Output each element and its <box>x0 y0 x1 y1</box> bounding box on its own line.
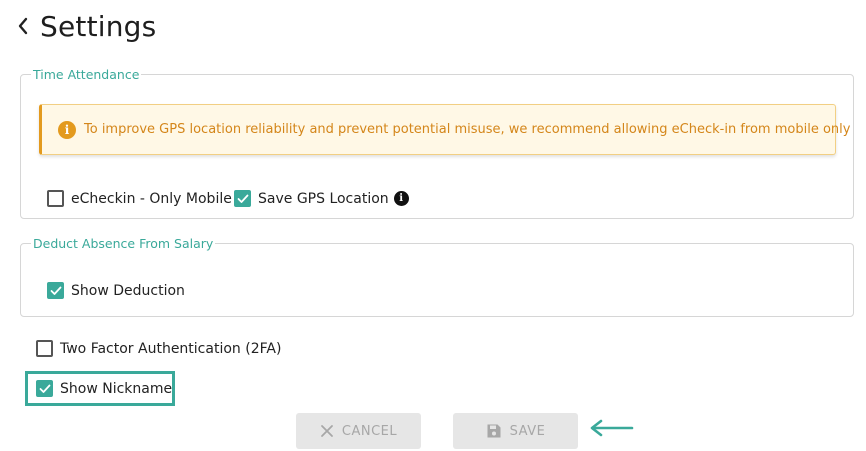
gps-warning-alert: i To improve GPS location reliability an… <box>39 104 850 155</box>
echeckin-only-mobile-label[interactable]: eCheckin - Only Mobile <box>71 191 232 207</box>
info-icon[interactable]: i <box>393 191 409 206</box>
arrow-left-icon <box>590 419 634 437</box>
floppy-disk-icon <box>487 424 501 438</box>
two-factor-auth-label[interactable]: Two Factor Authentication (2FA) <box>60 341 281 357</box>
info-circle-icon: i <box>58 120 76 139</box>
check-icon <box>50 286 61 295</box>
echeckin-only-mobile-option[interactable]: eCheckin - Only Mobile <box>47 190 232 207</box>
chevron-left-icon <box>18 17 28 35</box>
save-button[interactable]: SAVE <box>453 413 578 449</box>
alert-text: To improve GPS location reliability and … <box>84 122 851 137</box>
show-nickname-checkbox[interactable] <box>36 380 53 397</box>
show-nickname-option[interactable]: Show Nickname <box>36 380 172 397</box>
show-deduction-label[interactable]: Show Deduction <box>71 283 185 299</box>
save-label: SAVE <box>509 423 546 439</box>
save-gps-location-option[interactable]: Save GPS Location i <box>234 190 409 207</box>
show-nickname-label[interactable]: Show Nickname <box>60 381 172 397</box>
close-icon <box>320 425 333 437</box>
check-icon <box>237 194 248 203</box>
save-gps-location-checkbox[interactable] <box>234 190 251 207</box>
page-header: Settings <box>14 4 156 48</box>
two-factor-auth-checkbox[interactable] <box>36 340 53 357</box>
page-title: Settings <box>40 9 157 43</box>
time-attendance-legend: Time Attendance <box>33 67 140 82</box>
cancel-label: CANCEL <box>341 423 398 439</box>
echeckin-only-mobile-checkbox[interactable] <box>47 190 64 207</box>
save-gps-location-label[interactable]: Save GPS Location <box>258 191 389 207</box>
deduct-absence-section: Deduct Absence From Salary Show Deductio… <box>20 236 854 317</box>
show-deduction-option[interactable]: Show Deduction <box>47 282 185 299</box>
time-attendance-section: Time Attendance i To improve GPS locatio… <box>20 67 854 219</box>
show-deduction-checkbox[interactable] <box>47 282 64 299</box>
cancel-button[interactable]: CANCEL <box>296 413 421 449</box>
check-icon <box>39 384 50 393</box>
back-button[interactable] <box>14 14 32 38</box>
two-factor-auth-option[interactable]: Two Factor Authentication (2FA) <box>36 340 281 357</box>
deduct-absence-legend: Deduct Absence From Salary <box>33 236 214 251</box>
